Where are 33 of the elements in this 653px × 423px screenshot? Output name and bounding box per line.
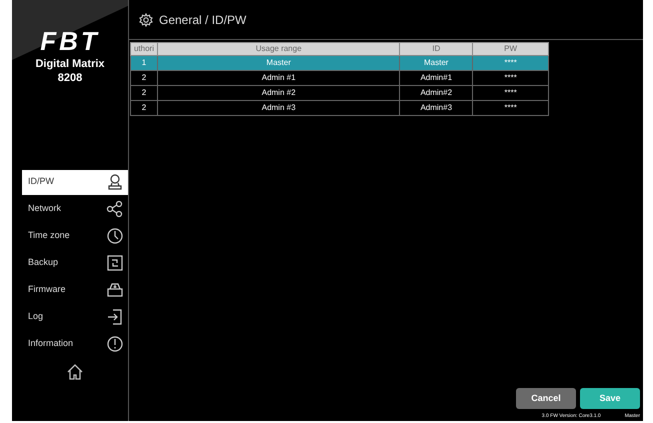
- clock-icon: [106, 227, 124, 245]
- table-cell: 2: [130, 100, 158, 116]
- sidebar-item[interactable]: Information: [22, 332, 128, 356]
- table-cell: Admin #3: [157, 100, 400, 116]
- table-row[interactable]: 1 Master Master ****: [130, 56, 548, 70]
- network-icon: [106, 200, 124, 218]
- table-row[interactable]: 2 Admin #3 Admin#3 ****: [130, 100, 548, 116]
- product-name: Digital Matrix: [35, 58, 105, 72]
- cancel-button[interactable]: Cancel: [516, 388, 576, 409]
- sidebar-item[interactable]: Firmware: [22, 278, 128, 302]
- model-number: 8208: [58, 72, 82, 86]
- column-header: PW: [472, 42, 548, 56]
- table-row[interactable]: 2 Admin #1 Admin#1 ****: [130, 70, 548, 86]
- settings-icon: [139, 12, 153, 26]
- column-header: uthori: [130, 42, 158, 56]
- sidebar-item[interactable]: Backup: [22, 250, 128, 276]
- login-icon: [106, 308, 124, 326]
- sidebar-item[interactable]: Time zone: [22, 224, 128, 248]
- logo: FBT: [40, 28, 100, 54]
- table-cell: ****: [472, 100, 548, 116]
- breadcrumb: General / ID/PW: [159, 12, 246, 28]
- home-icon[interactable]: [66, 362, 84, 380]
- sidebar-item[interactable]: ID/PW: [22, 170, 128, 194]
- column-header: ID: [400, 42, 473, 56]
- table-cell: Admin#3: [400, 100, 473, 116]
- drive-icon: [106, 281, 124, 299]
- info-icon: [106, 335, 124, 353]
- column-header: Usage range: [157, 42, 400, 56]
- sidebar-item[interactable]: Network: [22, 196, 128, 222]
- refresh-icon: [106, 254, 124, 272]
- sidebar-item[interactable]: Log: [22, 304, 128, 330]
- table-row[interactable]: 2 Admin #2 Admin#2 ****: [130, 86, 548, 100]
- user-icon: [106, 173, 124, 191]
